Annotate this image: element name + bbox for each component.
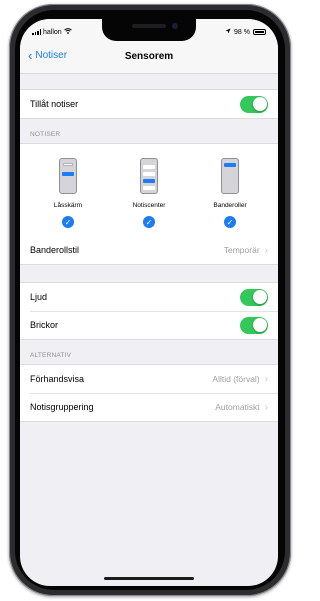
sound-toggle[interactable]: [240, 288, 268, 306]
carrier-name: hallon: [43, 28, 62, 36]
carrier-area: hallon: [32, 28, 72, 36]
speaker: [132, 24, 166, 28]
banners-label: Banderoller: [213, 202, 247, 209]
banners-icon: [221, 158, 239, 194]
phone-screen: hallon 98 % ‹ Notiser Sensorem Tillåt no…: [20, 19, 278, 586]
grouping-row[interactable]: Notisgruppering Automatiskt ›: [20, 393, 278, 421]
notification-center-icon: [140, 158, 158, 194]
sound-row: Ljud: [20, 283, 278, 311]
lock-screen-label: Låsskärm: [53, 202, 83, 209]
chevron-right-icon: ›: [264, 373, 268, 385]
banner-style-value: Temporär: [223, 245, 260, 255]
style-lock-screen[interactable]: Låsskärm ✓: [38, 158, 98, 228]
allow-notifications-label: Tillåt notiser: [30, 99, 79, 109]
notiser-section-header: NOTISER: [30, 131, 61, 138]
grouping-value: Automatiskt: [215, 402, 260, 412]
allow-group: Tillåt notiser: [20, 89, 278, 119]
status-right: 98 %: [225, 28, 266, 36]
checkmark-icon: ✓: [62, 216, 74, 228]
badges-label: Brickor: [30, 320, 59, 330]
lock-screen-icon: [59, 158, 77, 194]
preview-label: Förhandsvisa: [30, 374, 85, 384]
style-notification-center[interactable]: Notiscenter ✓: [119, 158, 179, 228]
banner-style-row[interactable]: Banderollstil Temporär ›: [20, 236, 278, 264]
location-icon: [225, 28, 231, 36]
page-title: Sensorem: [124, 51, 174, 62]
home-indicator[interactable]: [104, 577, 194, 580]
style-banners[interactable]: Banderoller ✓: [200, 158, 260, 228]
preview-value: Alltid (förval): [212, 374, 260, 384]
alternativ-section-header: ALTERNATIV: [30, 352, 72, 359]
chevron-right-icon: ›: [264, 244, 268, 256]
battery-icon: [253, 29, 266, 35]
notiser-group: Låsskärm ✓ Notiscenter ✓ Banderoller ✓ B…: [20, 143, 278, 265]
notch: [102, 19, 196, 41]
sound-label: Ljud: [30, 292, 48, 302]
alert-styles: Låsskärm ✓ Notiscenter ✓ Banderoller ✓: [20, 144, 278, 236]
settings-content: Tillåt notiser NOTISER Låsskärm ✓ Notisc…: [20, 74, 278, 586]
alternativ-group: Förhandsvisa Alltid (förval) › Notisgrup…: [20, 364, 278, 422]
notification-center-label: Notiscenter: [132, 202, 166, 209]
grouping-label: Notisgruppering: [30, 402, 94, 412]
banner-style-label: Banderollstil: [30, 245, 80, 255]
wifi-icon: [63, 28, 72, 36]
battery-percent: 98 %: [234, 28, 250, 36]
sound-badges-group: Ljud Brickor: [20, 282, 278, 340]
navigation-bar: ‹ Notiser Sensorem: [20, 41, 278, 74]
signal-icon: [32, 29, 41, 35]
allow-notifications-row: Tillåt notiser: [20, 90, 278, 118]
preview-row[interactable]: Förhandsvisa Alltid (förval) ›: [20, 365, 278, 393]
chevron-right-icon: ›: [264, 401, 268, 413]
checkmark-icon: ✓: [143, 216, 155, 228]
checkmark-icon: ✓: [224, 216, 236, 228]
allow-notifications-toggle[interactable]: [240, 95, 268, 113]
badges-toggle[interactable]: [240, 316, 268, 334]
badges-row: Brickor: [20, 311, 278, 339]
camera: [172, 23, 178, 29]
